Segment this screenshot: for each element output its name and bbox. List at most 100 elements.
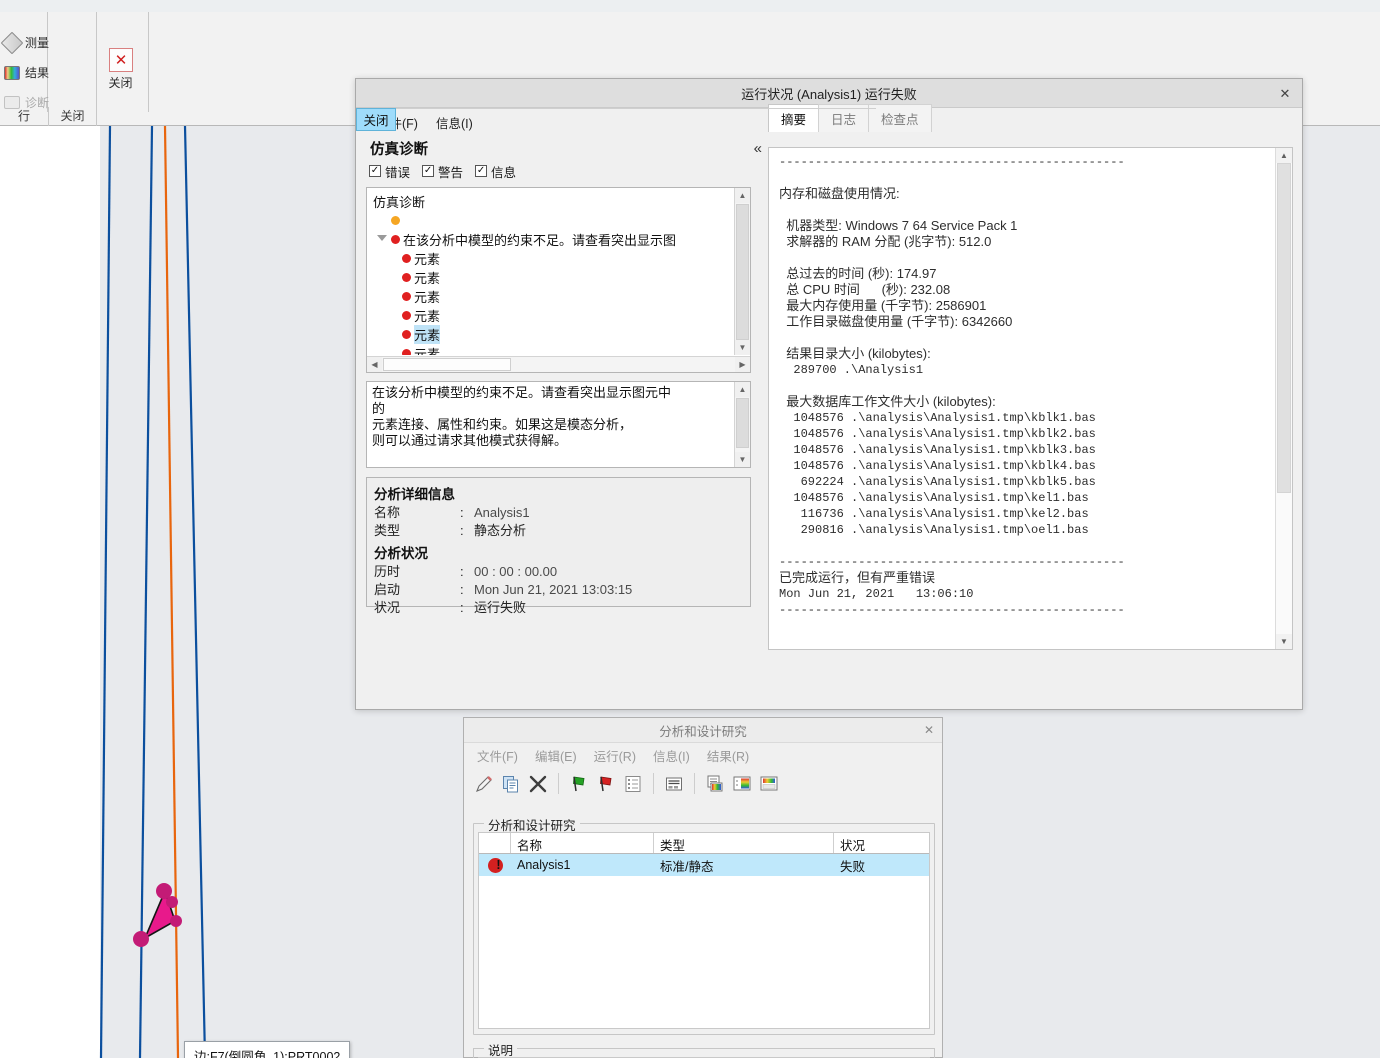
detail-value: 静态分析 [474,523,527,538]
column-header-type[interactable]: 类型 [654,833,834,853]
error-bullet-icon [402,349,411,355]
ads-title-text: 分析和设计研究 [659,724,747,739]
list-item-label: 元素 [414,325,441,344]
scrollbar-thumb[interactable] [383,358,511,371]
list-item[interactable] [373,211,732,230]
filter-info-checkbox[interactable]: ✓ 信息 [475,162,516,181]
diagnostics-heading: 仿真诊断 [370,141,428,158]
run-status-dialog: 运行状况 (Analysis1) 运行失败 ✕ 文件(F) 信息(I) 仿真诊断… [355,78,1303,710]
ribbon-group-spacer [97,12,149,112]
scroll-up-icon[interactable]: ▲ [735,382,750,397]
ads-menu-edit[interactable]: 编辑(E) [530,744,582,767]
ads-menu-info[interactable]: 信息(I) [648,744,695,767]
studies-table[interactable]: 名称 类型 状况 ! Analysis1 标准/静态 失败 [478,832,930,1029]
checkbox-icon: ✓ [475,165,488,177]
red-flag-icon[interactable] [594,772,618,796]
row-type: 标准/静态 [660,859,714,874]
scroll-up-icon[interactable]: ▲ [1276,148,1292,163]
run-dialog-menu-bar: 文件(F) 信息(I) [356,108,766,136]
close-button[interactable]: 关闭 [356,108,396,131]
tree-root-item[interactable]: 仿真诊断 [373,192,732,211]
diagnostics-tree[interactable]: 仿真诊断 在该分析中模型的约束不足。请查看突出显示图 元素 元素 元素 元素 元… [366,187,751,373]
scroll-down-icon[interactable]: ▼ [735,340,750,355]
scroll-left-icon[interactable]: ◀ [367,357,382,372]
log-line: 1048576 .\analysis\Analysis1.tmp\kblk1.b… [779,411,1096,425]
checkbox-icon: ✓ [422,165,435,177]
filter-warnings-checkbox[interactable]: ✓ 警告 [422,162,463,181]
scrollbar-thumb[interactable] [736,398,749,448]
log-line: 290816 .\analysis\Analysis1.tmp\oel1.bas [779,523,1089,537]
list-item-label: 元素 [414,309,441,324]
ruler-icon [0,31,24,54]
scroll-up-icon[interactable]: ▲ [735,188,750,203]
detail-separator: : [460,523,464,538]
tree-horizontal-scrollbar[interactable]: ◀ ▶ [367,356,750,372]
description-text: 在该分析中模型的约束不足。请查看突出显示图元中 的 元素连接、属性和约束。如果这… [367,382,733,467]
summary-log-panel[interactable]: ----------------------------------------… [768,147,1293,650]
column-header-status-icon[interactable] [479,833,511,853]
scroll-down-icon[interactable]: ▼ [1276,634,1292,649]
results-color-icon[interactable] [730,772,754,796]
diagnostics-header: 仿真诊断 « [366,136,766,160]
ads-description-label: 说明 [484,1040,518,1058]
ads-menu-file[interactable]: 文件(F) [472,744,523,767]
description-line-1: 在该分析中模型的约束不足。请查看突出显示图元中 [372,385,672,400]
status-row-elapsed: 历时 : 00 : 00 : 00.00 [374,563,750,581]
list-item[interactable]: 元素 [373,287,732,306]
list-item[interactable]: 元素 [373,268,732,287]
delete-x-icon[interactable] [526,772,550,796]
menu-info[interactable]: 信息(I) [429,110,480,135]
run-dialog-tabs: 摘要 日志 检查点 [768,104,932,132]
log-line: 116736 .\analysis\Analysis1.tmp\kel2.bas [779,507,1089,521]
log-vertical-scrollbar[interactable]: ▲ ▼ [1275,148,1292,649]
status-row-status: 状况 : 运行失败 [374,599,750,617]
summary-report-icon[interactable] [662,772,686,796]
ribbon-bottom-run-label[interactable]: 行 [0,107,48,126]
list-item[interactable]: 元素 [373,249,732,268]
results-window-icon[interactable] [757,772,781,796]
error-bullet-icon [402,292,411,301]
chevron-double-left-icon[interactable]: « [754,140,762,157]
detail-key: 名称 [374,505,401,520]
pencil-edit-icon[interactable] [472,772,496,796]
green-flag-icon[interactable] [567,772,591,796]
list-item-label: 元素 [414,290,441,305]
column-header-name[interactable]: 名称 [511,833,654,853]
column-header-status[interactable]: 状况 [834,833,929,853]
list-item-label: 元素 [414,271,441,286]
checklist-icon[interactable] [621,772,645,796]
list-item[interactable]: 在该分析中模型的约束不足。请查看突出显示图 [373,230,732,249]
log-line: 总过去的时间 (秒): 174.97 [779,266,937,281]
scrollbar-thumb[interactable] [1277,163,1291,493]
table-row[interactable]: ! Analysis1 标准/静态 失败 [479,854,929,876]
copy-icon[interactable] [499,772,523,796]
log-line: 1048576 .\analysis\Analysis1.tmp\kel1.ba… [779,491,1089,505]
ads-menu-run[interactable]: 运行(R) [589,744,641,767]
tab-checkpoints[interactable]: 检查点 [868,104,932,132]
diagnostics-description-box[interactable]: 在该分析中模型的约束不足。请查看突出显示图元中 的 元素连接、属性和约束。如果这… [366,381,751,468]
close-icon[interactable]: ✕ [924,723,934,737]
edge-tooltip: 边:F7(倒圆角_1):PRT0002 [184,1041,351,1058]
results-display-icon[interactable] [703,772,727,796]
list-item-selected[interactable]: 元素 [373,325,732,344]
checkbox-icon: ✓ [369,165,381,177]
list-item[interactable]: 元素 [373,344,732,355]
list-item[interactable]: 元素 [373,306,732,325]
filter-info-label: 信息 [491,165,517,180]
ads-menu-results[interactable]: 结果(R) [702,744,754,767]
chevron-down-icon[interactable] [377,234,387,245]
ribbon-item-results[interactable]: 结果 [4,64,49,81]
filter-errors-checkbox[interactable]: ✓ 错误 [369,162,410,181]
scroll-down-icon[interactable]: ▼ [735,452,750,467]
tree-root-label: 仿真诊断 [373,195,426,210]
scroll-right-icon[interactable]: ▶ [735,357,750,372]
ribbon-bottom-close-label[interactable]: 关闭 [48,107,97,126]
ribbon-item-measure[interactable]: 测量 [0,31,49,54]
scrollbar-thumb[interactable] [736,204,749,340]
list-item-label: 在该分析中模型的约束不足。请查看突出显示图 [403,233,677,248]
description-vertical-scrollbar[interactable]: ▲ ▼ [734,382,750,467]
tree-vertical-scrollbar[interactable]: ▲ ▼ [734,188,750,355]
close-icon[interactable]: ✕ [1277,86,1293,102]
